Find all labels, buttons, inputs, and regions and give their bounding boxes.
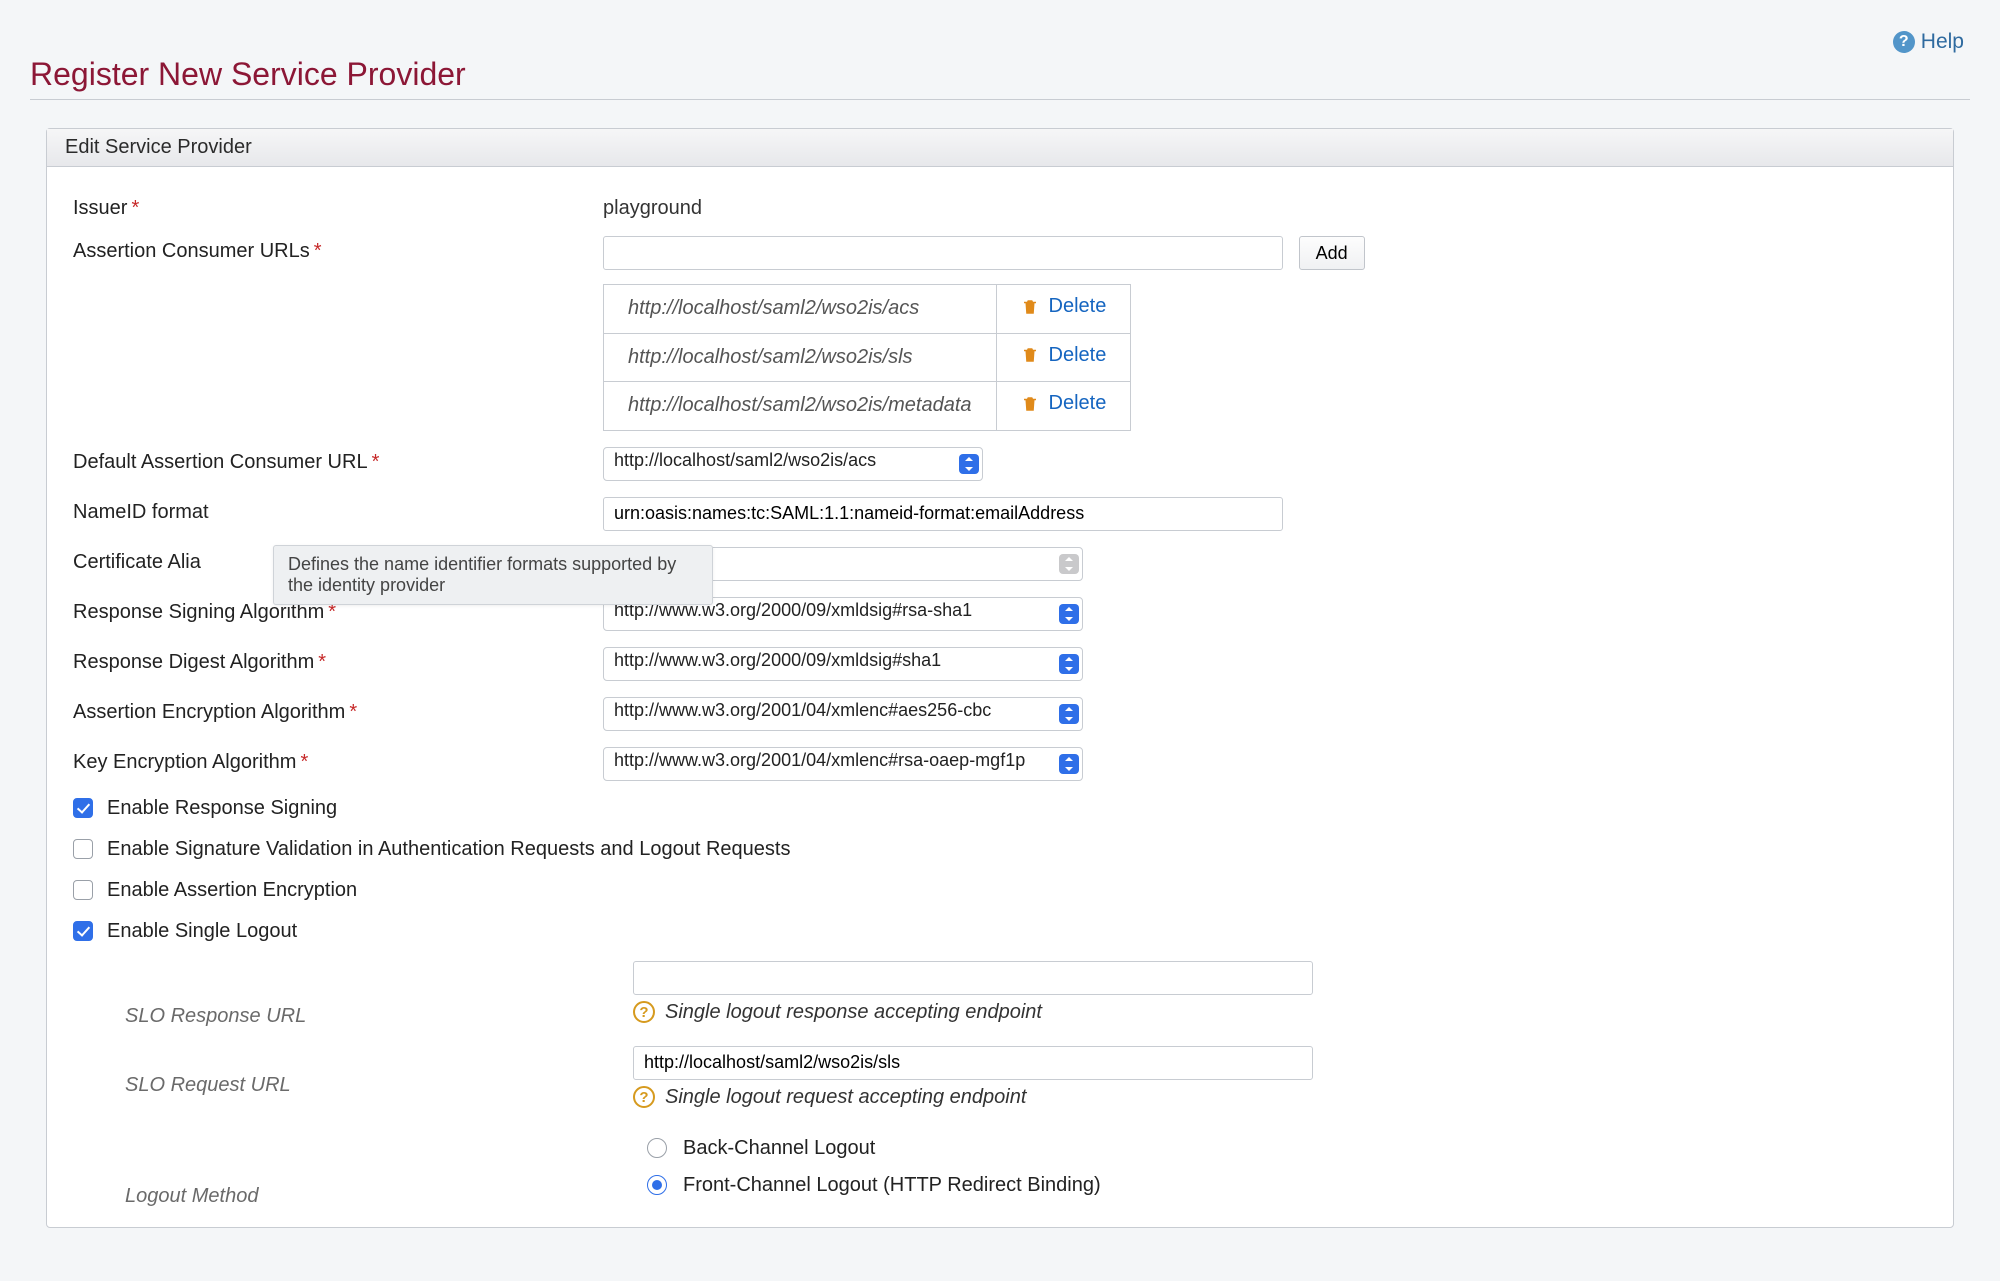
required-marker: * (300, 751, 308, 773)
nameid-label: NameID format (73, 501, 209, 523)
enable-single-logout-checkbox[interactable] (73, 921, 93, 941)
required-marker: * (318, 651, 326, 673)
acs-url-cell: http://localhost/saml2/wso2is/acs (604, 285, 997, 334)
info-icon: ? (633, 1001, 655, 1023)
select-caret-icon (1059, 754, 1079, 774)
info-icon: ? (633, 1086, 655, 1108)
logout-method-label: Logout Method (125, 1185, 258, 1207)
slo-request-url-label: SLO Request URL (125, 1074, 291, 1096)
enable-assertion-encryption-checkbox[interactable] (73, 880, 93, 900)
nameid-input[interactable] (603, 497, 1283, 531)
assert-enc-algo-label: Assertion Encryption Algorithm (73, 701, 345, 723)
trash-icon (1021, 297, 1039, 317)
help-link[interactable]: ? Help (1893, 30, 1964, 54)
enable-assertion-encryption-label: Enable Assertion Encryption (107, 879, 357, 902)
required-marker: * (372, 451, 380, 473)
slo-request-hint: Single logout request accepting endpoint (665, 1086, 1026, 1109)
delete-label: Delete (1049, 295, 1107, 318)
select-caret-icon (1059, 704, 1079, 724)
default-acs-value: http://localhost/saml2/wso2is/acs (603, 447, 983, 481)
logout-back-channel-label: Back-Channel Logout (683, 1137, 875, 1160)
required-marker: * (131, 197, 139, 219)
nameid-tooltip: Defines the name identifier formats supp… (273, 545, 713, 605)
page-title: Register New Service Provider (30, 56, 1970, 93)
enable-response-signing-checkbox[interactable] (73, 798, 93, 818)
delete-url-button[interactable]: Delete (1021, 295, 1107, 318)
required-marker: * (349, 701, 357, 723)
assert-enc-algo-value: http://www.w3.org/2001/04/xmlenc#aes256-… (603, 697, 1083, 731)
select-caret-icon (959, 454, 979, 474)
delete-label: Delete (1049, 344, 1107, 367)
cert-alias-label: Certificate Alia (73, 551, 201, 573)
title-divider (30, 99, 1970, 100)
resp-digest-algo-label: Response Digest Algorithm (73, 651, 314, 673)
enable-response-signing-label: Enable Response Signing (107, 797, 337, 820)
logout-front-channel-radio[interactable] (647, 1175, 667, 1195)
resp-digest-algo-value: http://www.w3.org/2000/09/xmldsig#sha1 (603, 647, 1083, 681)
help-icon: ? (1893, 31, 1915, 53)
add-button[interactable]: Add (1299, 236, 1365, 270)
slo-request-url-input[interactable] (633, 1046, 1313, 1080)
logout-back-channel-radio[interactable] (647, 1138, 667, 1158)
acs-url-input[interactable] (603, 236, 1283, 270)
key-enc-algo-select[interactable]: http://www.w3.org/2001/04/xmlenc#rsa-oae… (603, 747, 1083, 781)
delete-url-button[interactable]: Delete (1021, 392, 1107, 415)
acs-url-table: http://localhost/saml2/wso2is/acs Delete (603, 284, 1131, 431)
default-acs-label: Default Assertion Consumer URL (73, 451, 368, 473)
select-caret-icon (1059, 554, 1079, 574)
acs-urls-label: Assertion Consumer URLs (73, 240, 310, 262)
edit-sp-panel: Edit Service Provider Issuer* playground… (46, 128, 1954, 1228)
acs-url-cell: http://localhost/saml2/wso2is/sls (604, 333, 997, 382)
select-caret-icon (1059, 604, 1079, 624)
issuer-value: playground (603, 193, 1927, 220)
issuer-label: Issuer (73, 197, 127, 219)
key-enc-algo-value: http://www.w3.org/2001/04/xmlenc#rsa-oae… (603, 747, 1083, 781)
assert-enc-algo-select[interactable]: http://www.w3.org/2001/04/xmlenc#aes256-… (603, 697, 1083, 731)
acs-url-cell: http://localhost/saml2/wso2is/metadata (604, 382, 997, 431)
key-enc-algo-label: Key Encryption Algorithm (73, 751, 296, 773)
help-label: Help (1921, 30, 1964, 54)
delete-label: Delete (1049, 392, 1107, 415)
slo-response-url-label: SLO Response URL (125, 1005, 306, 1027)
enable-single-logout-label: Enable Single Logout (107, 920, 297, 943)
delete-url-button[interactable]: Delete (1021, 344, 1107, 367)
enable-signature-validation-checkbox[interactable] (73, 839, 93, 859)
panel-header: Edit Service Provider (47, 129, 1953, 167)
trash-icon (1021, 345, 1039, 365)
enable-signature-validation-label: Enable Signature Validation in Authentic… (107, 838, 790, 861)
slo-response-hint: Single logout response accepting endpoin… (665, 1001, 1042, 1024)
required-marker: * (314, 240, 322, 262)
slo-response-url-input[interactable] (633, 961, 1313, 995)
resp-digest-algo-select[interactable]: http://www.w3.org/2000/09/xmldsig#sha1 (603, 647, 1083, 681)
logout-front-channel-label: Front-Channel Logout (HTTP Redirect Bind… (683, 1174, 1101, 1197)
default-acs-select[interactable]: http://localhost/saml2/wso2is/acs (603, 447, 983, 481)
select-caret-icon (1059, 654, 1079, 674)
trash-icon (1021, 394, 1039, 414)
